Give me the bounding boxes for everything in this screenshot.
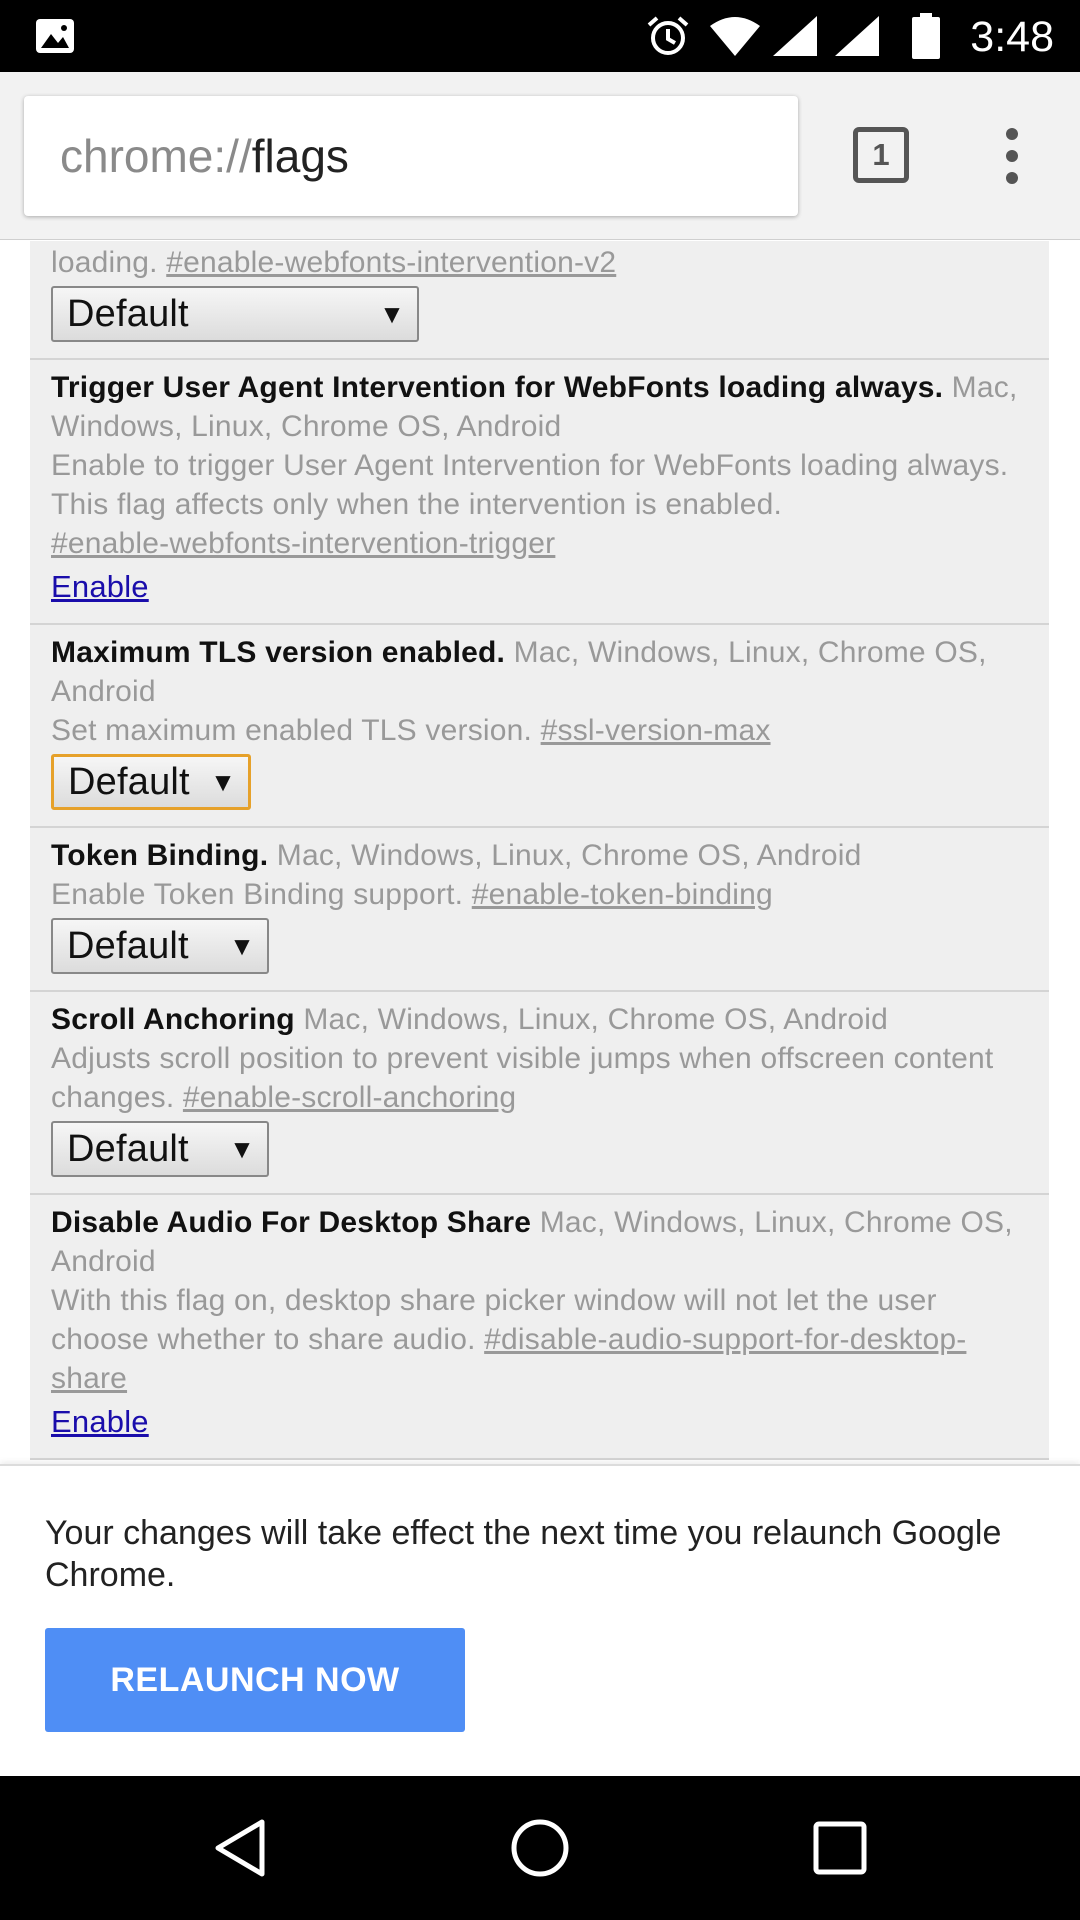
- flag-anchor-link[interactable]: #ssl-version-max: [541, 714, 771, 747]
- flag-enable-link[interactable]: Enable: [51, 567, 149, 606]
- flag-header: Trigger User Agent Intervention for WebF…: [51, 368, 1039, 446]
- flag-header: Token Binding. Mac, Windows, Linux, Chro…: [51, 836, 1039, 875]
- flag-header: Scroll Anchoring Mac, Windows, Linux, Ch…: [51, 1000, 1039, 1039]
- flag-enable-link[interactable]: Enable: [51, 1402, 149, 1441]
- flag-item: Maximum TLS version enabled. Mac, Window…: [30, 625, 1049, 828]
- select-value: Default: [68, 760, 190, 803]
- back-icon[interactable]: [180, 1776, 300, 1920]
- status-bar: 3:48: [0, 0, 1080, 72]
- wifi-icon: [708, 0, 762, 72]
- flag-anchor-link[interactable]: #enable-token-binding: [472, 878, 773, 911]
- flag-description-block: Set maximum enabled TLS version. #ssl-ve…: [51, 711, 1039, 750]
- dropdown-arrow-icon: ▼: [229, 1133, 255, 1164]
- flag-item: Trigger User Agent Intervention for WebF…: [30, 360, 1049, 625]
- url-scheme: chrome://: [60, 130, 252, 182]
- home-icon[interactable]: [480, 1776, 600, 1920]
- flag-anchor-link[interactable]: #enable-scroll-anchoring: [183, 1081, 516, 1114]
- image-icon: [34, 0, 76, 72]
- flag-title: Trigger User Agent Intervention for WebF…: [51, 371, 944, 404]
- flag-select[interactable]: Default ▼: [51, 286, 419, 342]
- menu-dot-icon: [1006, 128, 1018, 140]
- flag-description-block: loading. #enable-webfonts-intervention-v…: [51, 243, 1039, 282]
- overflow-menu-button[interactable]: [990, 128, 1034, 184]
- flag-item: loading. #enable-webfonts-intervention-v…: [30, 241, 1049, 360]
- signal-icon: [834, 0, 880, 72]
- system-nav-bar: [0, 1776, 1080, 1920]
- flag-anchor-link[interactable]: #enable-webfonts-intervention-trigger: [51, 527, 555, 560]
- flag-title: Scroll Anchoring: [51, 1003, 295, 1036]
- flag-header: Disable Audio For Desktop Share Mac, Win…: [51, 1203, 1039, 1281]
- flags-list: loading. #enable-webfonts-intervention-v…: [30, 241, 1049, 1460]
- select-value: Default: [67, 1127, 189, 1170]
- flag-item: Scroll Anchoring Mac, Windows, Linux, Ch…: [30, 992, 1049, 1195]
- flag-title: Token Binding.: [51, 839, 269, 872]
- flag-description: Enable Token Binding support.: [51, 878, 464, 911]
- signal-icon: [772, 0, 818, 72]
- alarm-icon: [644, 0, 692, 72]
- flag-description: Set maximum enabled TLS version.: [51, 714, 533, 747]
- menu-dot-icon: [1006, 150, 1018, 162]
- battery-icon: [910, 0, 942, 72]
- relaunch-now-button[interactable]: RELAUNCH NOW: [45, 1628, 465, 1732]
- status-time: 3:48: [970, 13, 1054, 61]
- recents-icon[interactable]: [780, 1776, 900, 1920]
- select-value: Default: [67, 924, 189, 967]
- tab-count: 1: [872, 137, 890, 172]
- flag-description-block: With this flag on, desktop share picker …: [51, 1281, 1039, 1398]
- flag-platforms: Mac, Windows, Linux, Chrome OS, Android: [276, 839, 862, 872]
- dropdown-arrow-icon: ▼: [379, 298, 405, 329]
- flag-description-block: Adjusts scroll position to prevent visib…: [51, 1039, 1039, 1117]
- flag-item: Token Binding. Mac, Windows, Linux, Chro…: [30, 828, 1049, 992]
- select-value: Default: [67, 292, 189, 335]
- url-host: flags: [251, 130, 349, 182]
- flag-select[interactable]: Default ▼: [51, 1121, 269, 1177]
- relaunch-message: Your changes will take effect the next t…: [45, 1514, 1002, 1594]
- flag-title: Maximum TLS version enabled.: [51, 636, 506, 669]
- dropdown-arrow-icon: ▼: [210, 766, 236, 797]
- flag-title: Disable Audio For Desktop Share: [51, 1206, 532, 1239]
- flag-description-block: Enable Token Binding support. #enable-to…: [51, 875, 1039, 914]
- flag-item: Disable Audio For Desktop Share Mac, Win…: [30, 1195, 1049, 1460]
- browser-toolbar: chrome://flags 1: [0, 72, 1080, 240]
- menu-dot-icon: [1006, 172, 1018, 184]
- flag-anchor-link[interactable]: #enable-webfonts-intervention-v2: [166, 246, 616, 279]
- flag-description: loading.: [51, 246, 158, 279]
- dropdown-arrow-icon: ▼: [229, 930, 255, 961]
- flag-select[interactable]: Default ▼: [51, 918, 269, 974]
- flag-select[interactable]: Default ▼: [51, 754, 251, 810]
- url-bar[interactable]: chrome://flags: [24, 96, 798, 216]
- tab-switcher-button[interactable]: 1: [853, 127, 909, 183]
- flag-header: Maximum TLS version enabled. Mac, Window…: [51, 633, 1039, 711]
- flags-page: loading. #enable-webfonts-intervention-v…: [0, 241, 1080, 1464]
- flag-platforms: Mac, Windows, Linux, Chrome OS, Android: [303, 1003, 889, 1036]
- relaunch-infobar: Your changes will take effect the next t…: [0, 1464, 1080, 1776]
- flag-description: Enable to trigger User Agent Interventio…: [51, 449, 1009, 521]
